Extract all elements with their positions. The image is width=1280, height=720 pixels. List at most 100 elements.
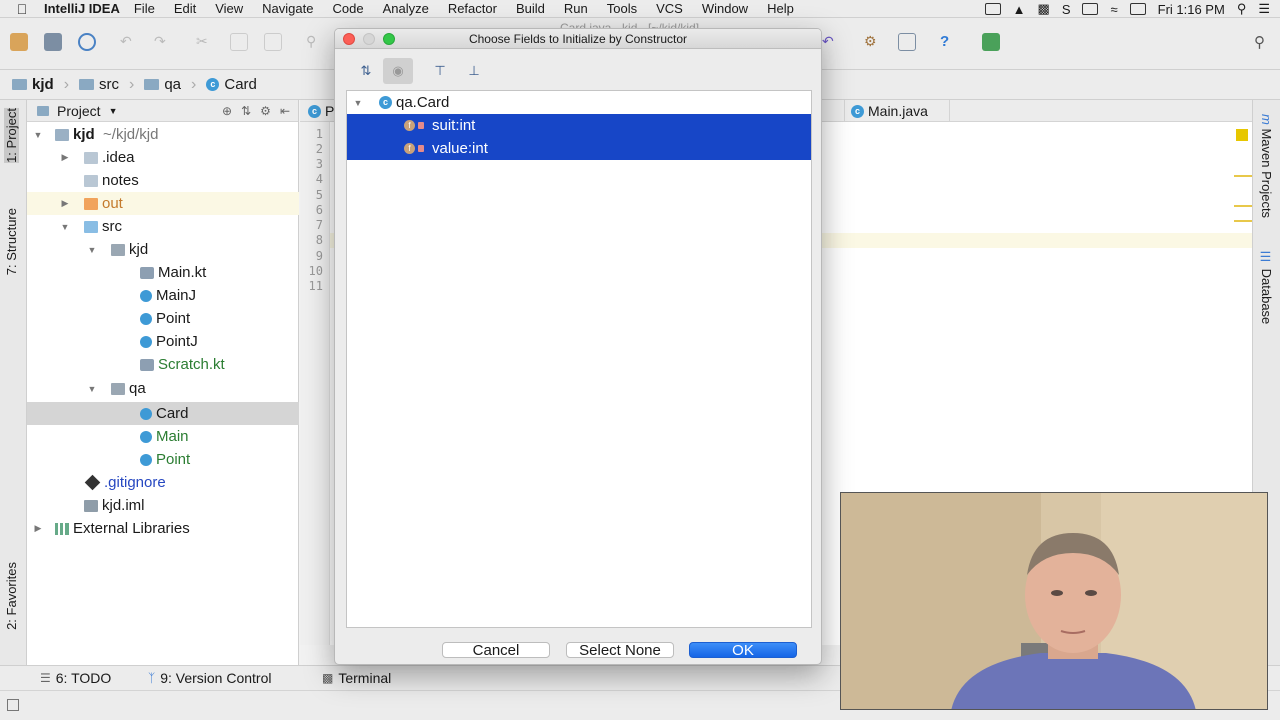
- crumb-package[interactable]: qa: [144, 76, 181, 93]
- fields-tree[interactable]: ▼ c qa.Card f suit:int f value:int: [346, 90, 812, 628]
- tree-item-main-kt[interactable]: Main.kt: [27, 261, 299, 284]
- tree-item-gitignore[interactable]: .gitignore: [27, 471, 299, 494]
- battery-icon[interactable]: [1129, 3, 1146, 15]
- menu-analyze[interactable]: Analyze: [383, 1, 429, 16]
- skype-icon[interactable]: S: [1062, 2, 1071, 17]
- menu-refactor[interactable]: Refactor: [448, 1, 497, 16]
- docker-icon[interactable]: ▩: [1038, 1, 1050, 17]
- tab-structure-tool[interactable]: 7: Structure: [4, 208, 19, 275]
- tree-item-idea[interactable]: ▶ .idea: [27, 146, 299, 169]
- tree-item-package-qa[interactable]: ▼ qa: [27, 377, 299, 400]
- inspection-status-icon[interactable]: [1236, 129, 1248, 141]
- airplay-icon[interactable]: [1082, 3, 1099, 15]
- tool-windows-toggle-icon[interactable]: [7, 699, 19, 711]
- vcs-commit-icon[interactable]: [982, 33, 1000, 51]
- warning-marker[interactable]: [1234, 220, 1252, 222]
- menu-run[interactable]: Run: [564, 1, 588, 16]
- save-icon[interactable]: [44, 33, 62, 51]
- tree-item-card[interactable]: Card: [27, 402, 299, 425]
- collapsed-arrow-icon[interactable]: ▶: [58, 152, 72, 163]
- undo-icon[interactable]: ↶: [120, 33, 138, 51]
- tab-favorites-tool[interactable]: 2: Favorites: [4, 562, 19, 630]
- ok-button[interactable]: OK: [689, 642, 797, 659]
- settings-icon[interactable]: ⚙: [864, 33, 882, 51]
- menu-view[interactable]: View: [215, 1, 243, 16]
- cut-icon[interactable]: ✂: [196, 33, 214, 51]
- field-row-suit[interactable]: f suit:int: [347, 114, 811, 137]
- gear-icon[interactable]: ⚙: [260, 104, 271, 118]
- sort-alphabetically-icon[interactable]: ⇅: [351, 58, 381, 84]
- close-window-button[interactable]: [343, 33, 355, 45]
- expand-all-icon[interactable]: ⊤: [425, 58, 455, 84]
- wifi-icon[interactable]: ≈: [1110, 2, 1117, 17]
- editor-tab-main-java[interactable]: c Main.java: [844, 100, 950, 122]
- cancel-button[interactable]: Cancel: [442, 642, 550, 659]
- tree-item-notes[interactable]: notes: [27, 169, 299, 192]
- vpn-icon[interactable]: ▲: [1013, 2, 1026, 17]
- app-name-menu[interactable]: IntelliJ IDEA: [44, 1, 120, 16]
- tree-item-pointj[interactable]: PointJ: [27, 330, 299, 353]
- tab-terminal[interactable]: ▩ Terminal: [322, 670, 391, 686]
- warning-marker[interactable]: [1234, 175, 1252, 177]
- apple-icon[interactable]: : [0, 1, 44, 17]
- menu-help[interactable]: Help: [767, 1, 794, 16]
- expanded-arrow-icon[interactable]: ▼: [85, 384, 99, 394]
- expanded-arrow-icon[interactable]: ▼: [351, 98, 365, 108]
- hide-icon[interactable]: ⇤: [280, 104, 290, 118]
- minimize-window-button[interactable]: [363, 33, 375, 45]
- help-icon[interactable]: ?: [940, 33, 958, 51]
- copy-icon[interactable]: [230, 33, 248, 51]
- menu-edit[interactable]: Edit: [174, 1, 196, 16]
- paste-icon[interactable]: [264, 33, 282, 51]
- menu-navigate[interactable]: Navigate: [262, 1, 313, 16]
- tab-version-control[interactable]: ᛉ 9: Version Control: [148, 670, 272, 686]
- tree-item-point-qa[interactable]: Point: [27, 448, 299, 471]
- menu-file[interactable]: File: [134, 1, 155, 16]
- tab-maven-projects[interactable]: m Maven Projects: [1259, 114, 1274, 218]
- tree-item-kjd-iml[interactable]: kjd.iml: [27, 494, 299, 517]
- redo-icon[interactable]: ↷: [154, 33, 172, 51]
- collapsed-arrow-icon[interactable]: ▶: [58, 198, 72, 209]
- expanded-arrow-icon[interactable]: ▼: [58, 222, 72, 232]
- tab-database[interactable]: ☰ Database: [1259, 250, 1274, 324]
- tree-item-external-libraries[interactable]: ▶ External Libraries: [27, 517, 299, 540]
- tree-item-main-qa[interactable]: Main: [27, 425, 299, 448]
- tree-item-kjd-module[interactable]: ▼ kjd ~/kjd/kjd: [27, 123, 299, 146]
- search-everywhere-icon[interactable]: ⚲: [1254, 33, 1272, 51]
- crumb-project[interactable]: kjd: [12, 76, 54, 93]
- find-icon[interactable]: ⚲: [306, 33, 324, 51]
- menu-build[interactable]: Build: [516, 1, 545, 16]
- menu-tools[interactable]: Tools: [607, 1, 637, 16]
- warning-marker[interactable]: [1234, 205, 1252, 207]
- tab-todo[interactable]: ☰ 6: TODO: [40, 670, 111, 686]
- collapsed-arrow-icon[interactable]: ▶: [31, 523, 45, 534]
- menu-window[interactable]: Window: [702, 1, 748, 16]
- tree-item-out[interactable]: ▶ out: [27, 192, 299, 215]
- notification-center-icon[interactable]: ☰: [1258, 1, 1270, 17]
- tab-project-tool[interactable]: 1: Project: [4, 108, 19, 163]
- tree-item-src[interactable]: ▼ src: [27, 215, 299, 238]
- locate-icon[interactable]: ⊕: [222, 104, 232, 118]
- crumb-class[interactable]: c Card: [206, 76, 257, 93]
- revert-icon[interactable]: ↶: [822, 33, 840, 51]
- project-view-selector[interactable]: Project: [57, 103, 101, 119]
- open-icon[interactable]: [10, 33, 28, 51]
- field-row-value[interactable]: f value:int: [347, 137, 811, 160]
- spotlight-icon[interactable]: ⚲: [1237, 1, 1247, 17]
- tree-item-package-kjd[interactable]: ▼ kjd: [27, 238, 299, 261]
- expanded-arrow-icon[interactable]: ▼: [31, 130, 45, 140]
- project-structure-icon[interactable]: [898, 33, 916, 51]
- collapse-all-icon[interactable]: ⊥: [459, 58, 489, 84]
- clock[interactable]: Fri 1:16 PM: [1158, 2, 1225, 17]
- chevron-down-icon[interactable]: ▼: [109, 106, 118, 116]
- expanded-arrow-icon[interactable]: ▼: [85, 245, 99, 255]
- crumb-src[interactable]: src: [79, 76, 119, 93]
- tree-item-scratch-kt[interactable]: Scratch.kt: [27, 353, 299, 376]
- menu-vcs[interactable]: VCS: [656, 1, 683, 16]
- show-classes-icon[interactable]: ◉: [383, 58, 413, 84]
- collapse-icon[interactable]: ⇅: [241, 104, 251, 118]
- select-none-button[interactable]: Select None: [566, 642, 674, 659]
- tree-root-class[interactable]: ▼ c qa.Card: [347, 91, 811, 114]
- tree-item-point-kjd[interactable]: Point: [27, 307, 299, 330]
- camera-icon[interactable]: [984, 3, 1001, 15]
